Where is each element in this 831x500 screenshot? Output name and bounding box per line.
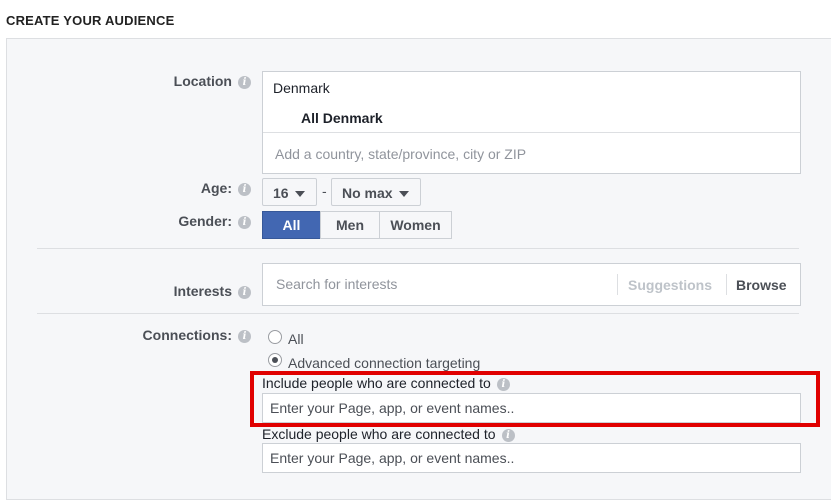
location-input[interactable]: Add a country, state/province, city or Z…: [275, 146, 526, 162]
age-max-dropdown[interactable]: No max: [331, 178, 421, 206]
browse-tab[interactable]: Browse: [736, 277, 787, 293]
age-separator: -: [322, 183, 327, 199]
info-icon[interactable]: i: [238, 75, 251, 89]
caret-down-icon: [398, 191, 409, 198]
interests-search-input[interactable]: Search for interests: [276, 276, 397, 292]
age-max-value: No max: [342, 185, 393, 201]
interests-separator: [726, 274, 727, 295]
connections-advanced-label[interactable]: Advanced connection targeting: [288, 355, 480, 371]
highlight-box: [250, 371, 820, 427]
interests-box: Search for interests Suggestions Browse: [262, 263, 801, 306]
connections-advanced-radio[interactable]: [268, 353, 282, 367]
radio-selected-dot: [272, 357, 278, 363]
age-label: Age:: [200, 180, 232, 196]
exclude-label-row: Exclude people who are connected to i: [262, 426, 515, 442]
info-icon[interactable]: i: [238, 285, 251, 299]
location-region: All Denmark: [301, 110, 383, 126]
gender-label-row: Gender: i: [130, 213, 251, 229]
interests-label-row: Interests i: [120, 283, 251, 299]
info-icon[interactable]: i: [238, 182, 251, 196]
page-title: CREATE YOUR AUDIENCE: [6, 13, 175, 28]
connections-label: Connections:: [142, 327, 232, 343]
connections-label-row: Connections: i: [110, 327, 251, 343]
age-min-value: 16: [273, 185, 289, 201]
gender-label: Gender:: [178, 213, 232, 229]
caret-down-icon: [294, 191, 305, 198]
gender-all-button[interactable]: All: [262, 211, 321, 239]
location-label-row: Location i: [120, 73, 251, 89]
exclude-label: Exclude people who are connected to: [262, 426, 496, 442]
info-icon[interactable]: i: [501, 428, 515, 442]
interests-label: Interests: [173, 283, 232, 299]
connections-all-radio[interactable]: [268, 330, 282, 344]
age-min-dropdown[interactable]: 16: [262, 178, 317, 206]
age-label-row: Age: i: [140, 180, 251, 196]
section-divider: [37, 248, 799, 249]
section-divider: [37, 313, 799, 314]
info-icon[interactable]: i: [238, 329, 251, 343]
gender-women-button[interactable]: Women: [379, 211, 452, 239]
exclude-input[interactable]: Enter your Page, app, or event names..: [262, 443, 801, 473]
gender-men-button[interactable]: Men: [320, 211, 380, 239]
location-label: Location: [173, 73, 232, 89]
suggestions-tab[interactable]: Suggestions: [628, 277, 712, 293]
location-box[interactable]: Denmark All Denmark Add a country, state…: [262, 71, 801, 174]
info-icon[interactable]: i: [238, 215, 251, 229]
location-divider: [263, 132, 800, 133]
exclude-placeholder: Enter your Page, app, or event names..: [270, 450, 515, 466]
location-country: Denmark: [273, 80, 330, 96]
interests-separator: [617, 274, 618, 295]
connections-all-label[interactable]: All: [288, 331, 304, 347]
